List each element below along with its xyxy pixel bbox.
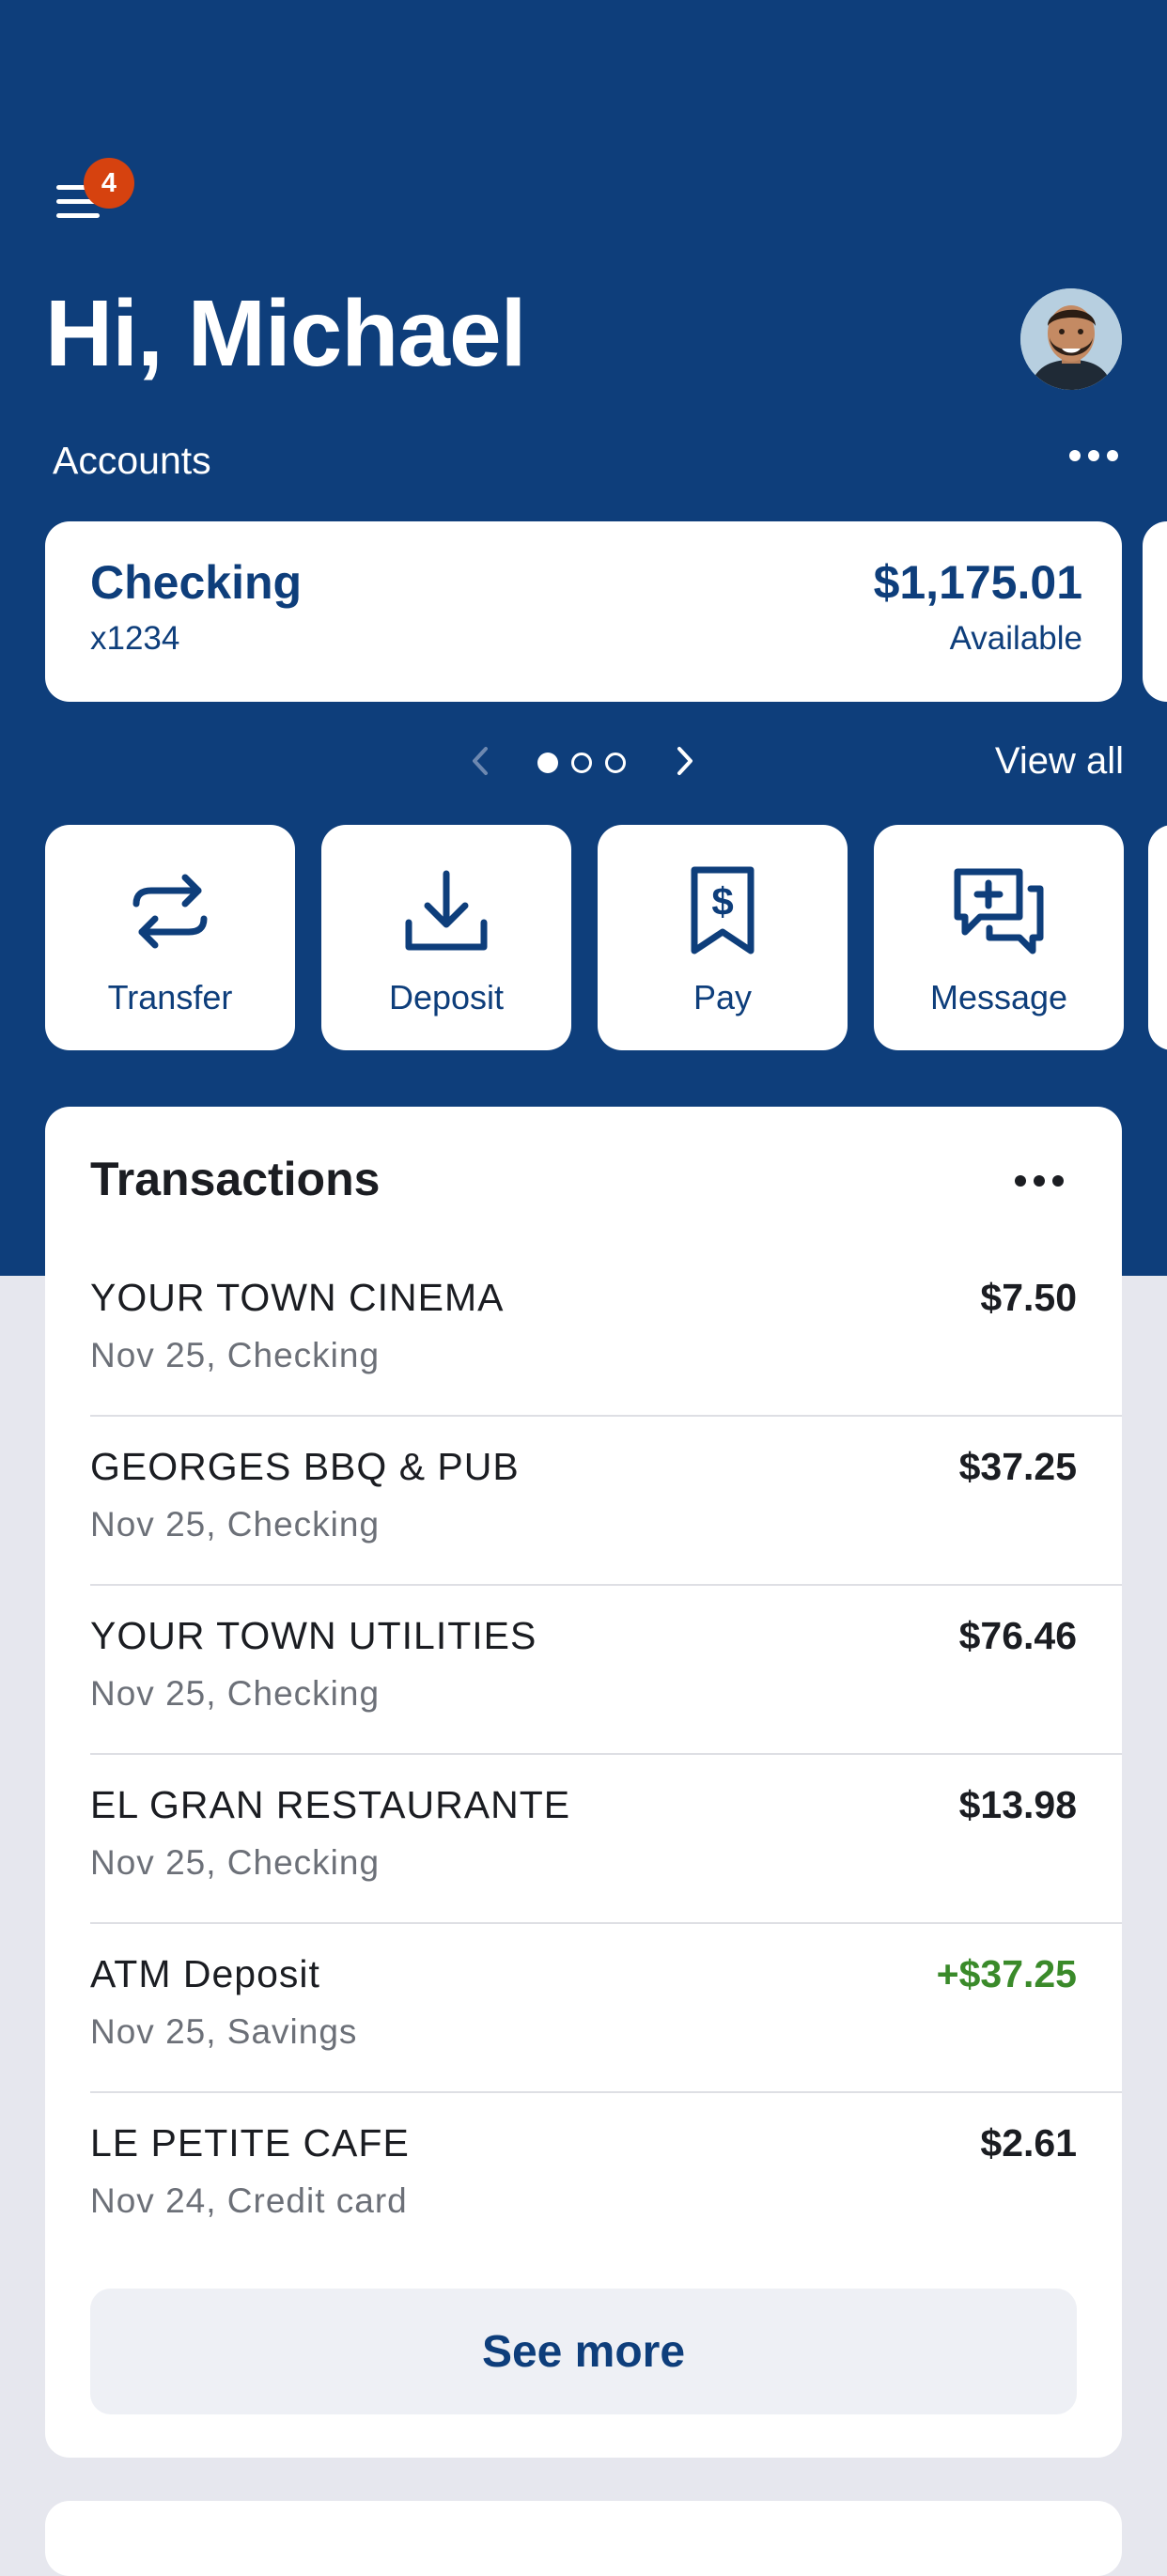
greeting-title: Hi, Michael: [45, 281, 526, 386]
transaction-row[interactable]: EL GRAN RESTAURANTE Nov 25, Checking $13…: [90, 1755, 1122, 1924]
account-number: x1234: [90, 620, 180, 657]
download-tray-icon: [405, 870, 488, 951]
transactions-card: Transactions YOUR TOWN CINEMA Nov 25, Ch…: [45, 1107, 1122, 2458]
message-label: Message: [929, 978, 1068, 1016]
next-account-card-peek[interactable]: [1143, 521, 1167, 702]
account-name: Checking: [90, 556, 303, 609]
transaction-amount: $13.98: [958, 1783, 1077, 1826]
chevron-left-icon: [473, 747, 488, 775]
svg-text:$: $: [711, 879, 733, 923]
transaction-meta: Nov 24, Credit card: [90, 2181, 408, 2220]
transfer-button[interactable]: Transfer: [45, 825, 295, 1050]
transaction-amount: +$37.25: [936, 1952, 1077, 1995]
see-more-button[interactable]: See more: [90, 2289, 1077, 2414]
pay-label: Pay: [692, 978, 753, 1016]
deposit-label: Deposit: [388, 978, 505, 1016]
transaction-merchant: YOUR TOWN UTILITIES: [90, 1614, 537, 1657]
chevron-right-icon: [677, 747, 692, 775]
transaction-merchant: LE PETITE CAFE: [90, 2121, 410, 2165]
balance-label: Available: [949, 620, 1082, 657]
transaction-amount: $76.46: [958, 1614, 1077, 1657]
transaction-meta: Nov 25, Savings: [90, 2012, 358, 2051]
deposit-button[interactable]: Deposit: [321, 825, 571, 1050]
transaction-merchant: EL GRAN RESTAURANTE: [90, 1783, 571, 1826]
transaction-amount: $7.50: [980, 1276, 1077, 1319]
pager-dot-1[interactable]: [537, 753, 558, 773]
account-balance: $1,175.01: [873, 556, 1082, 609]
transaction-row[interactable]: YOUR TOWN CINEMA Nov 25, Checking $7.50: [90, 1248, 1122, 1417]
transaction-amount: $2.61: [980, 2121, 1077, 2165]
transaction-meta: Nov 25, Checking: [90, 1336, 381, 1374]
account-card-checking[interactable]: Checking x1234 $1,175.01 Available: [45, 521, 1122, 702]
accounts-more-button[interactable]: [1067, 443, 1120, 464]
transaction-meta: Nov 25, Checking: [90, 1674, 381, 1713]
transaction-row[interactable]: YOUR TOWN UTILITIES Nov 25, Checking $76…: [90, 1586, 1122, 1755]
accounts-section-label: Accounts: [53, 439, 211, 482]
pay-button[interactable]: $ Pay: [598, 825, 848, 1050]
transaction-merchant: GEORGES BBQ & PUB: [90, 1445, 520, 1488]
profile-photo-icon: [1020, 288, 1122, 390]
transfer-label: Transfer: [107, 978, 233, 1016]
transactions-more-button[interactable]: [1013, 1169, 1066, 1193]
transaction-row[interactable]: GEORGES BBQ & PUB Nov 25, Checking $37.2…: [90, 1417, 1122, 1586]
transactions-title: Transactions: [90, 1153, 381, 1205]
transaction-meta: Nov 25, Checking: [90, 1843, 381, 1882]
transfer-arrows-icon: [132, 874, 208, 949]
next-account-button[interactable]: [665, 742, 703, 780]
pager-dot-2[interactable]: [571, 753, 592, 773]
notification-badge[interactable]: 4: [84, 158, 134, 209]
previous-account-button[interactable]: [462, 742, 500, 780]
transaction-meta: Nov 25, Checking: [90, 1505, 381, 1544]
transaction-amount: $37.25: [958, 1445, 1077, 1488]
view-all-accounts-link[interactable]: View all: [995, 740, 1124, 783]
message-button[interactable]: Message: [874, 825, 1124, 1050]
pager-dot-3[interactable]: [605, 753, 626, 773]
transaction-row[interactable]: LE PETITE CAFE Nov 24, Credit card $2.61: [90, 2093, 1122, 2262]
chat-plus-icon: [954, 868, 1044, 954]
transaction-row[interactable]: ATM Deposit Nov 25, Savings +$37.25: [90, 1924, 1122, 2093]
next-action-peek[interactable]: [1148, 825, 1167, 1050]
transaction-merchant: YOUR TOWN CINEMA: [90, 1276, 505, 1319]
transaction-merchant: ATM Deposit: [90, 1952, 320, 1995]
avatar[interactable]: [1020, 288, 1122, 390]
next-section-card-peek: [45, 2501, 1122, 2576]
dollar-receipt-icon: $: [691, 866, 755, 954]
